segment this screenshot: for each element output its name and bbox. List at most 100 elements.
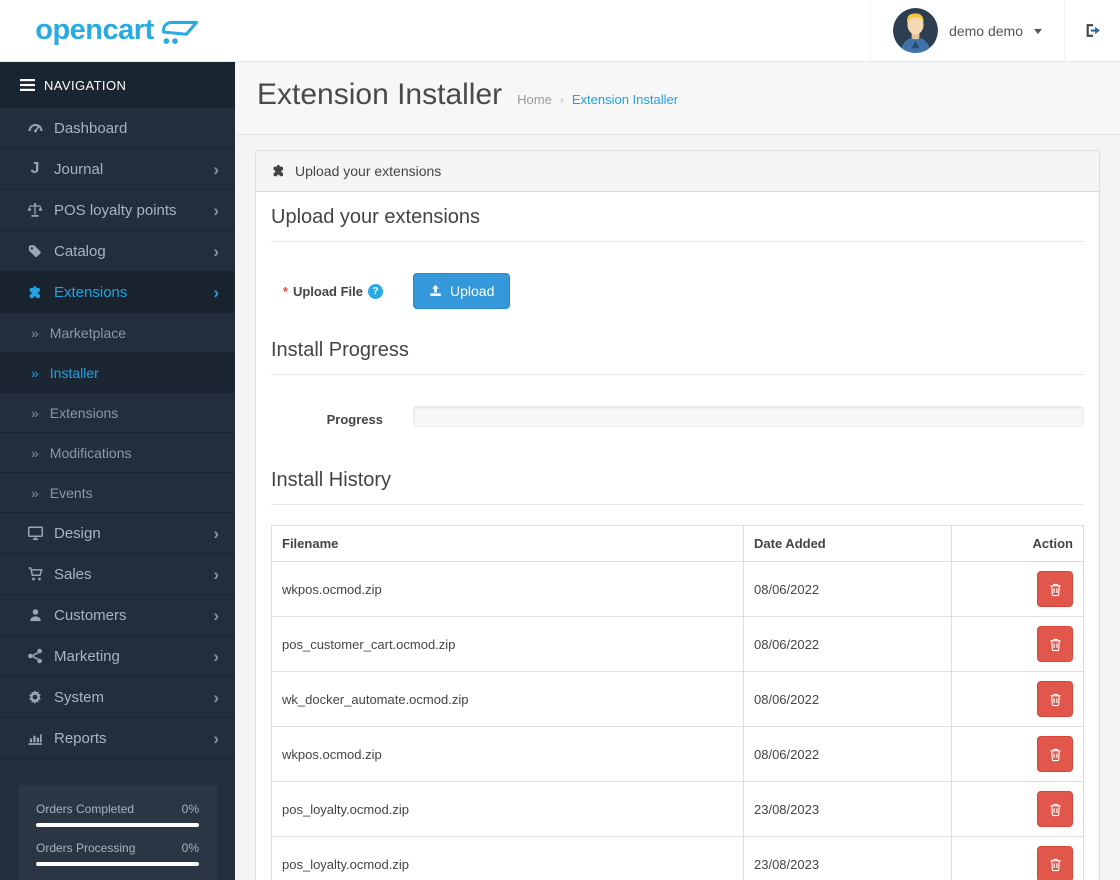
chevron-right-icon: ›: [213, 605, 219, 625]
sidebar-item-system[interactable]: System ›: [0, 677, 235, 718]
hamburger-icon: [20, 79, 35, 91]
share-icon: [25, 648, 45, 664]
table-header-row: Filename Date Added Action: [271, 525, 1084, 562]
angle-double-right-icon: »: [31, 444, 39, 461]
trash-icon: [1049, 637, 1062, 652]
user-name: demo demo: [949, 22, 1023, 39]
chevron-right-icon: ›: [213, 523, 219, 543]
chevron-right-icon: ›: [213, 282, 219, 302]
desktop-icon: [25, 525, 45, 541]
stat-value: 0%: [181, 841, 199, 855]
table-row: wkpos.ocmod.zip 08/06/2022: [271, 726, 1084, 782]
sidebar-item-dashboard[interactable]: Dashboard: [0, 108, 235, 149]
column-header-date-added: Date Added: [743, 525, 952, 562]
logo-text: opencart: [35, 14, 154, 46]
sidebar-item-marketing[interactable]: Marketing ›: [0, 636, 235, 677]
sidebar-item-label: Journal: [54, 160, 104, 178]
dashboard-icon: [25, 120, 45, 136]
sidebar-item-label: System: [54, 688, 105, 706]
trash-icon: [1049, 582, 1062, 597]
sidebar-item-catalog[interactable]: Catalog ›: [0, 231, 235, 272]
journal-icon: J: [30, 160, 40, 177]
page-title: Extension Installer: [257, 78, 503, 111]
logout-button[interactable]: [1064, 0, 1120, 61]
filename-cell: pos_customer_cart.ocmod.zip: [271, 616, 744, 672]
sidebar-item-pos-loyalty-points[interactable]: POS loyalty points ›: [0, 190, 235, 231]
sidebar-item-label: Design: [54, 524, 101, 542]
delete-button[interactable]: [1037, 681, 1073, 717]
delete-button[interactable]: [1037, 571, 1073, 607]
sidebar-item-label: POS loyalty points: [54, 201, 177, 219]
sidebar-item-label: Sales: [54, 565, 92, 583]
stat-orders-processing: Orders Processing 0%: [36, 841, 199, 866]
sidebar-item-label: Extensions: [54, 283, 128, 301]
date-added-cell: 08/06/2022: [743, 726, 952, 782]
stat-progress-bar: [36, 823, 199, 827]
table-row: wk_docker_automate.ocmod.zip 08/06/2022: [271, 671, 1084, 727]
date-added-cell: 23/08/2023: [743, 836, 952, 880]
angle-double-right-icon: »: [31, 364, 39, 381]
column-header-action: Action: [951, 525, 1084, 562]
sidebar-item-label: Events: [49, 484, 93, 501]
page-header: Extension Installer Home › Extension Ins…: [235, 62, 1120, 135]
bar-chart-icon: [25, 731, 45, 746]
angle-double-right-icon: »: [31, 404, 39, 421]
gear-icon: [25, 689, 45, 705]
sidebar-item-extensions-sub[interactable]: » Extensions: [0, 393, 235, 433]
upload-section-title: Upload your extensions: [271, 206, 1084, 242]
table-row: wkpos.ocmod.zip 08/06/2022: [271, 561, 1084, 617]
sidebar-item-sales[interactable]: Sales ›: [0, 554, 235, 595]
angle-double-right-icon: »: [31, 324, 39, 341]
main-content: Extension Installer Home › Extension Ins…: [235, 62, 1120, 880]
sidebar-item-label: Marketplace: [49, 324, 127, 341]
filename-cell: pos_loyalty.ocmod.zip: [271, 781, 744, 837]
delete-button[interactable]: [1037, 736, 1073, 772]
extensions-submenu: » Marketplace » Installer » Extensions »…: [0, 313, 235, 513]
column-header-filename: Filename: [271, 525, 744, 562]
filename-cell: wkpos.ocmod.zip: [271, 726, 744, 782]
breadcrumb-current-link[interactable]: Extension Installer: [572, 92, 678, 107]
sidebar-stats: Orders Completed 0% Orders Processing 0%…: [18, 785, 217, 880]
navigation-header[interactable]: NAVIGATION: [0, 62, 235, 108]
panel-heading: Upload your extensions: [256, 151, 1099, 192]
date-added-cell: 08/06/2022: [743, 561, 952, 617]
sidebar-item-journal[interactable]: J Journal ›: [0, 149, 235, 190]
stat-progress-bar: [36, 862, 199, 866]
sidebar-item-installer[interactable]: » Installer: [0, 353, 235, 393]
delete-button[interactable]: [1037, 791, 1073, 827]
sidebar-item-modifications[interactable]: » Modifications: [0, 433, 235, 473]
help-icon: ?: [368, 283, 383, 299]
delete-button[interactable]: [1037, 626, 1073, 662]
balance-scale-icon: [25, 202, 45, 218]
stat-value: 0%: [181, 802, 199, 816]
sidebar-item-marketplace[interactable]: » Marketplace: [0, 313, 235, 353]
opencart-logo[interactable]: opencart: [0, 0, 235, 61]
upload-extensions-panel: Upload your extensions Upload your exten…: [255, 150, 1100, 880]
upload-button[interactable]: Upload: [413, 273, 511, 309]
sidebar-item-extensions[interactable]: Extensions ›: [0, 272, 235, 313]
panel-body: Upload your extensions * Upload File ? U…: [256, 206, 1099, 880]
upload-icon: [429, 284, 442, 298]
install-history-table: Filename Date Added Action wkpos.ocmod.z…: [271, 525, 1084, 880]
breadcrumb-home-link[interactable]: Home: [517, 92, 552, 107]
history-section-title: Install History: [271, 469, 1084, 505]
progress-row: Progress: [271, 406, 1084, 427]
stat-label: Orders Completed: [36, 802, 135, 816]
progress-section-title: Install Progress: [271, 339, 1084, 375]
panel-heading-label: Upload your extensions: [295, 163, 442, 179]
upload-file-row: * Upload File ? Upload: [271, 273, 1084, 309]
sign-out-icon: [1084, 22, 1102, 39]
breadcrumb-separator: ›: [559, 93, 564, 107]
sidebar: NAVIGATION Dashboard J Journal › POS loy…: [0, 62, 235, 880]
sidebar-item-design[interactable]: Design ›: [0, 513, 235, 554]
filename-cell: pos_loyalty.ocmod.zip: [271, 836, 744, 880]
required-marker: *: [282, 283, 288, 299]
delete-button[interactable]: [1037, 846, 1073, 880]
puzzle-icon: [271, 164, 286, 178]
sidebar-item-reports[interactable]: Reports ›: [0, 718, 235, 759]
sidebar-item-events[interactable]: » Events: [0, 473, 235, 513]
sidebar-item-label: Extensions: [49, 404, 119, 421]
sidebar-item-customers[interactable]: Customers ›: [0, 595, 235, 636]
caret-down-icon: [1034, 29, 1042, 34]
user-dropdown[interactable]: demo demo: [870, 0, 1064, 61]
